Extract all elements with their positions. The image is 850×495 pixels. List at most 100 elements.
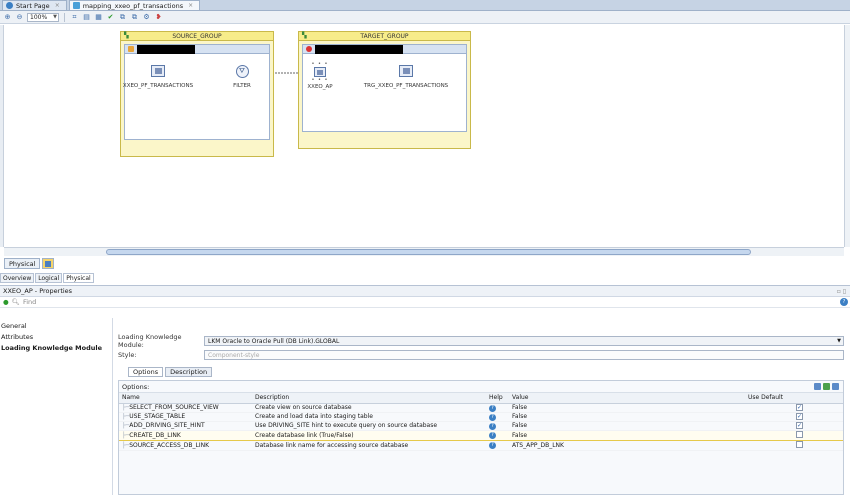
component-filter[interactable]: ⛛ FILTER — [222, 65, 262, 89]
help-icon[interactable]: ? — [489, 404, 496, 411]
component-access-point[interactable]: • • • • • • XXEO_AP — [302, 61, 338, 90]
option-name: ADD_DRIVING_SITE_HINT — [129, 422, 205, 429]
nav-divider — [112, 318, 113, 495]
tab-label: Start Page — [16, 1, 50, 10]
tab-start-page[interactable]: Start Page × — [2, 0, 67, 10]
source-group-title: ▚ SOURCE_GROUP — [121, 32, 273, 41]
help-icon[interactable]: ? — [840, 298, 848, 306]
tab-label: mapping_xxeo_pf_transactions — [82, 1, 184, 10]
close-icon[interactable]: × — [188, 2, 193, 9]
column-header[interactable]: Use Default — [745, 393, 843, 404]
search-icon: 🔍︎ — [11, 298, 20, 306]
layout-icon[interactable]: ▤ — [82, 13, 91, 22]
tab-options[interactable]: Options — [128, 367, 164, 377]
option-description: Use DRIVING_SITE hint to execute query o… — [252, 421, 486, 431]
help-icon[interactable]: ? — [489, 442, 496, 449]
option-name: USE_STAGE_TABLE — [129, 413, 186, 420]
mapping-canvas[interactable]: ▚ SOURCE_GROUP ▚ TARGET_GROUP XXEO_PF_TR… — [4, 25, 844, 247]
table-row[interactable]: ├─USE_STAGE_TABLE Create and load data i… — [119, 412, 843, 422]
close-icon[interactable]: × — [55, 2, 60, 9]
unit-icon — [306, 46, 312, 52]
right-scrollbar[interactable] — [844, 25, 850, 247]
nav-attributes[interactable]: Attributes — [0, 331, 112, 342]
zoom-in-icon[interactable]: ⊕ — [3, 13, 12, 22]
refresh-icon[interactable] — [823, 383, 830, 390]
component-label: FILTER — [233, 83, 251, 89]
diagram-toolbar: ⊕ ⊖ 100% ▼ ⌗ ▤ ▦ ✔ ⧉ ⧉ ⚙ ❥ — [0, 11, 850, 24]
grid-icon[interactable]: ▦ — [94, 13, 103, 22]
column-header[interactable]: Value — [509, 393, 745, 404]
zoom-select[interactable]: 100% ▼ — [27, 12, 59, 22]
table-row[interactable]: ├─SELECT_FROM_SOURCE_VIEW Create view on… — [119, 403, 843, 413]
target-group[interactable]: ▚ TARGET_GROUP — [298, 31, 471, 149]
unit-icon — [128, 46, 134, 52]
component-target-datastore[interactable]: TRG_XXEO_PF_TRANSACTIONS — [349, 65, 463, 89]
globe-icon — [6, 2, 13, 9]
group-icon: ▚ — [124, 32, 129, 39]
column-header[interactable]: Description — [252, 393, 486, 404]
help-icon[interactable]: ? — [489, 422, 496, 429]
scrollbar-thumb[interactable] — [106, 249, 751, 255]
column-header[interactable]: Name — [119, 393, 252, 404]
source-group[interactable]: ▚ SOURCE_GROUP — [120, 31, 274, 157]
run-icon[interactable]: ❥ — [154, 13, 163, 22]
reset-icon[interactable] — [832, 383, 839, 390]
table-row[interactable]: ├─ADD_DRIVING_SITE_HINT Use DRIVING_SITE… — [119, 421, 843, 431]
column-header[interactable]: Help — [486, 393, 509, 404]
help-icon[interactable]: ? — [489, 432, 496, 439]
redacted-name — [315, 44, 403, 54]
option-value[interactable]: False — [509, 421, 745, 431]
panel-controls-icon[interactable]: ▫ ▯ — [837, 288, 846, 295]
component-source-datastore[interactable]: XXEO_PF_TRANSACTIONS — [123, 65, 193, 89]
style-label: Style: — [118, 351, 137, 359]
toolbar-separator — [64, 12, 65, 22]
tab-overview[interactable]: Overview — [0, 273, 35, 283]
paste-icon[interactable]: ⧉ — [130, 13, 139, 22]
nav-general[interactable]: General — [0, 320, 112, 331]
mapping-icon — [72, 2, 80, 9]
properties-header: XXEO_AP - Properties ▫ ▯ — [0, 285, 850, 297]
style-row: Style: Component-style — [118, 350, 844, 360]
use-default-checkbox[interactable]: ✓ — [796, 422, 803, 429]
help-icon[interactable]: ? — [489, 413, 496, 420]
option-description: Create view on source database — [252, 403, 486, 413]
copy-icon[interactable]: ⧉ — [118, 13, 127, 22]
source-execution-unit[interactable] — [124, 44, 270, 140]
zoom-out-icon[interactable]: ⊖ — [15, 13, 24, 22]
fit-icon[interactable]: ⌗ — [70, 13, 79, 22]
execution-unit-header — [303, 44, 466, 54]
use-default-checkbox[interactable] — [796, 431, 803, 438]
horizontal-scrollbar[interactable] — [4, 247, 844, 256]
option-value[interactable]: ATS_APP_DB_LNK — [509, 440, 745, 451]
option-name: CREATE_DB_LINK — [129, 431, 181, 439]
component-label: XXEO_AP — [307, 84, 333, 90]
option-value[interactable]: False — [509, 403, 745, 413]
option-value[interactable]: False — [509, 429, 745, 441]
tab-mapping[interactable]: mapping_xxeo_pf_transactions × — [68, 0, 201, 10]
style-value: Component-style — [208, 351, 260, 359]
search-input[interactable]: Find — [23, 298, 36, 306]
tab-description[interactable]: Description — [165, 367, 213, 377]
table-menu-icon[interactable] — [814, 383, 821, 390]
tab-physical[interactable]: Physical — [4, 258, 41, 269]
validate-icon[interactable]: ✔ — [106, 13, 115, 22]
debug-icon[interactable]: ⚙ — [142, 13, 151, 22]
access-point-icon — [314, 67, 326, 77]
options-panel: Options: Name Description Help Value Use… — [118, 380, 844, 495]
option-description: Create database link (True/False) — [252, 429, 486, 441]
table-row-selected[interactable]: ├─CREATE_DB_LINK Create database link (T… — [119, 429, 843, 441]
option-value[interactable]: False — [509, 412, 745, 422]
use-default-checkbox[interactable]: ✓ — [796, 413, 803, 420]
use-default-checkbox[interactable] — [796, 440, 803, 448]
option-description: Database link name for accessing source … — [252, 440, 486, 451]
selection-handles: • • • — [311, 77, 329, 83]
nav-loading-knowledge-module[interactable]: Loading Knowledge Module — [0, 342, 112, 353]
option-name: SELECT_FROM_SOURCE_VIEW — [129, 404, 219, 411]
options-tabs: Options Description — [128, 367, 213, 377]
lkm-select[interactable]: LKM Oracle to Oracle Pull (DB Link).GLOB… — [204, 336, 844, 346]
tab-logical[interactable]: Logical — [35, 273, 63, 283]
use-default-checkbox[interactable]: ✓ — [796, 404, 803, 411]
tab-add-physical[interactable] — [42, 258, 55, 269]
table-row[interactable]: ├─SOURCE_ACCESS_DB_LINK Database link na… — [119, 440, 843, 451]
tab-physical-view[interactable]: Physical — [63, 273, 94, 283]
